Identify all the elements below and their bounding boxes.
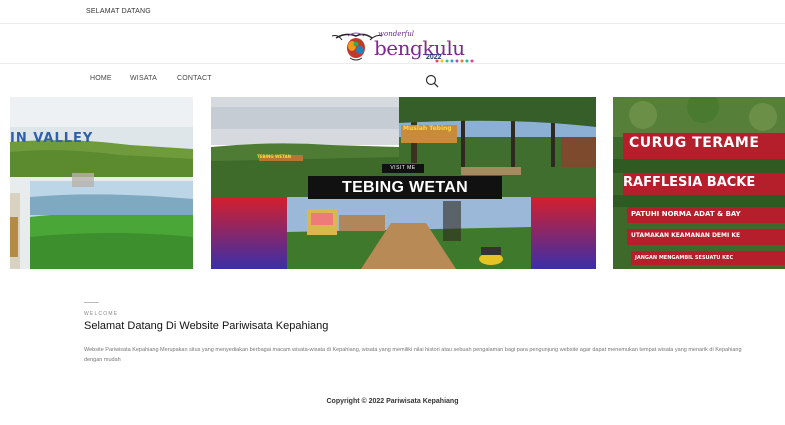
slide-tea-valley[interactable]: IN VALLEY — [10, 97, 193, 269]
nav-item-wisata[interactable]: WISATA — [130, 75, 157, 82]
slide-3-sign-4: UTAMAKAN KEAMANAN DEMI KE — [631, 232, 741, 239]
section-divider — [84, 302, 99, 303]
slide-3-sign-5: JANGAN MENGAMBIL SESUATU KEC — [635, 255, 734, 261]
visit-me-button[interactable]: VISIT ME — [382, 164, 424, 173]
section-label: WELCOME — [84, 311, 119, 317]
slide-curug-teramen[interactable]: CURUG TERAME RAFFLESIA BACKE PATUHI NORM… — [613, 97, 785, 269]
section-description: Website Pariwisata Kepahiang Merupakan s… — [84, 347, 742, 363]
slide-2-small-sign: TEBING WETAN — [257, 154, 292, 159]
logo-bar: wonderful bengkulu 2022 — [0, 24, 785, 64]
search-icon[interactable] — [425, 74, 439, 88]
logo-brand-text: bengkulu — [374, 36, 465, 60]
slide-3-sign-1: CURUG TERAME — [629, 135, 760, 151]
top-bar: SELAMAT DATANG — [0, 0, 785, 24]
section-heading: Selamat Datang Di Website Pariwisata Kep… — [84, 320, 329, 332]
site-logo[interactable]: wonderful bengkulu 2022 — [326, 30, 486, 64]
nav-item-home[interactable]: HOME — [90, 75, 112, 82]
footer-copyright: Copyright © 2022 Pariwisata Kepahiang — [326, 398, 459, 405]
slide-3-sign-3: PATUHI NORMA ADAT & BAY — [631, 210, 741, 218]
main-nav: HOME WISATA CONTACT — [0, 64, 785, 94]
slide-2-pond-sign: Muslah Tebing — [403, 125, 452, 132]
slide-title: TEBING WETAN — [308, 176, 502, 199]
slide-3-sign-2: RAFFLESIA BACKE — [623, 175, 756, 190]
welcome-text: SELAMAT DATANG — [86, 8, 151, 15]
tea-valley-image — [10, 97, 193, 269]
slide-1-sign: IN VALLEY — [10, 131, 94, 146]
nav-item-contact[interactable]: CONTACT — [177, 75, 212, 82]
